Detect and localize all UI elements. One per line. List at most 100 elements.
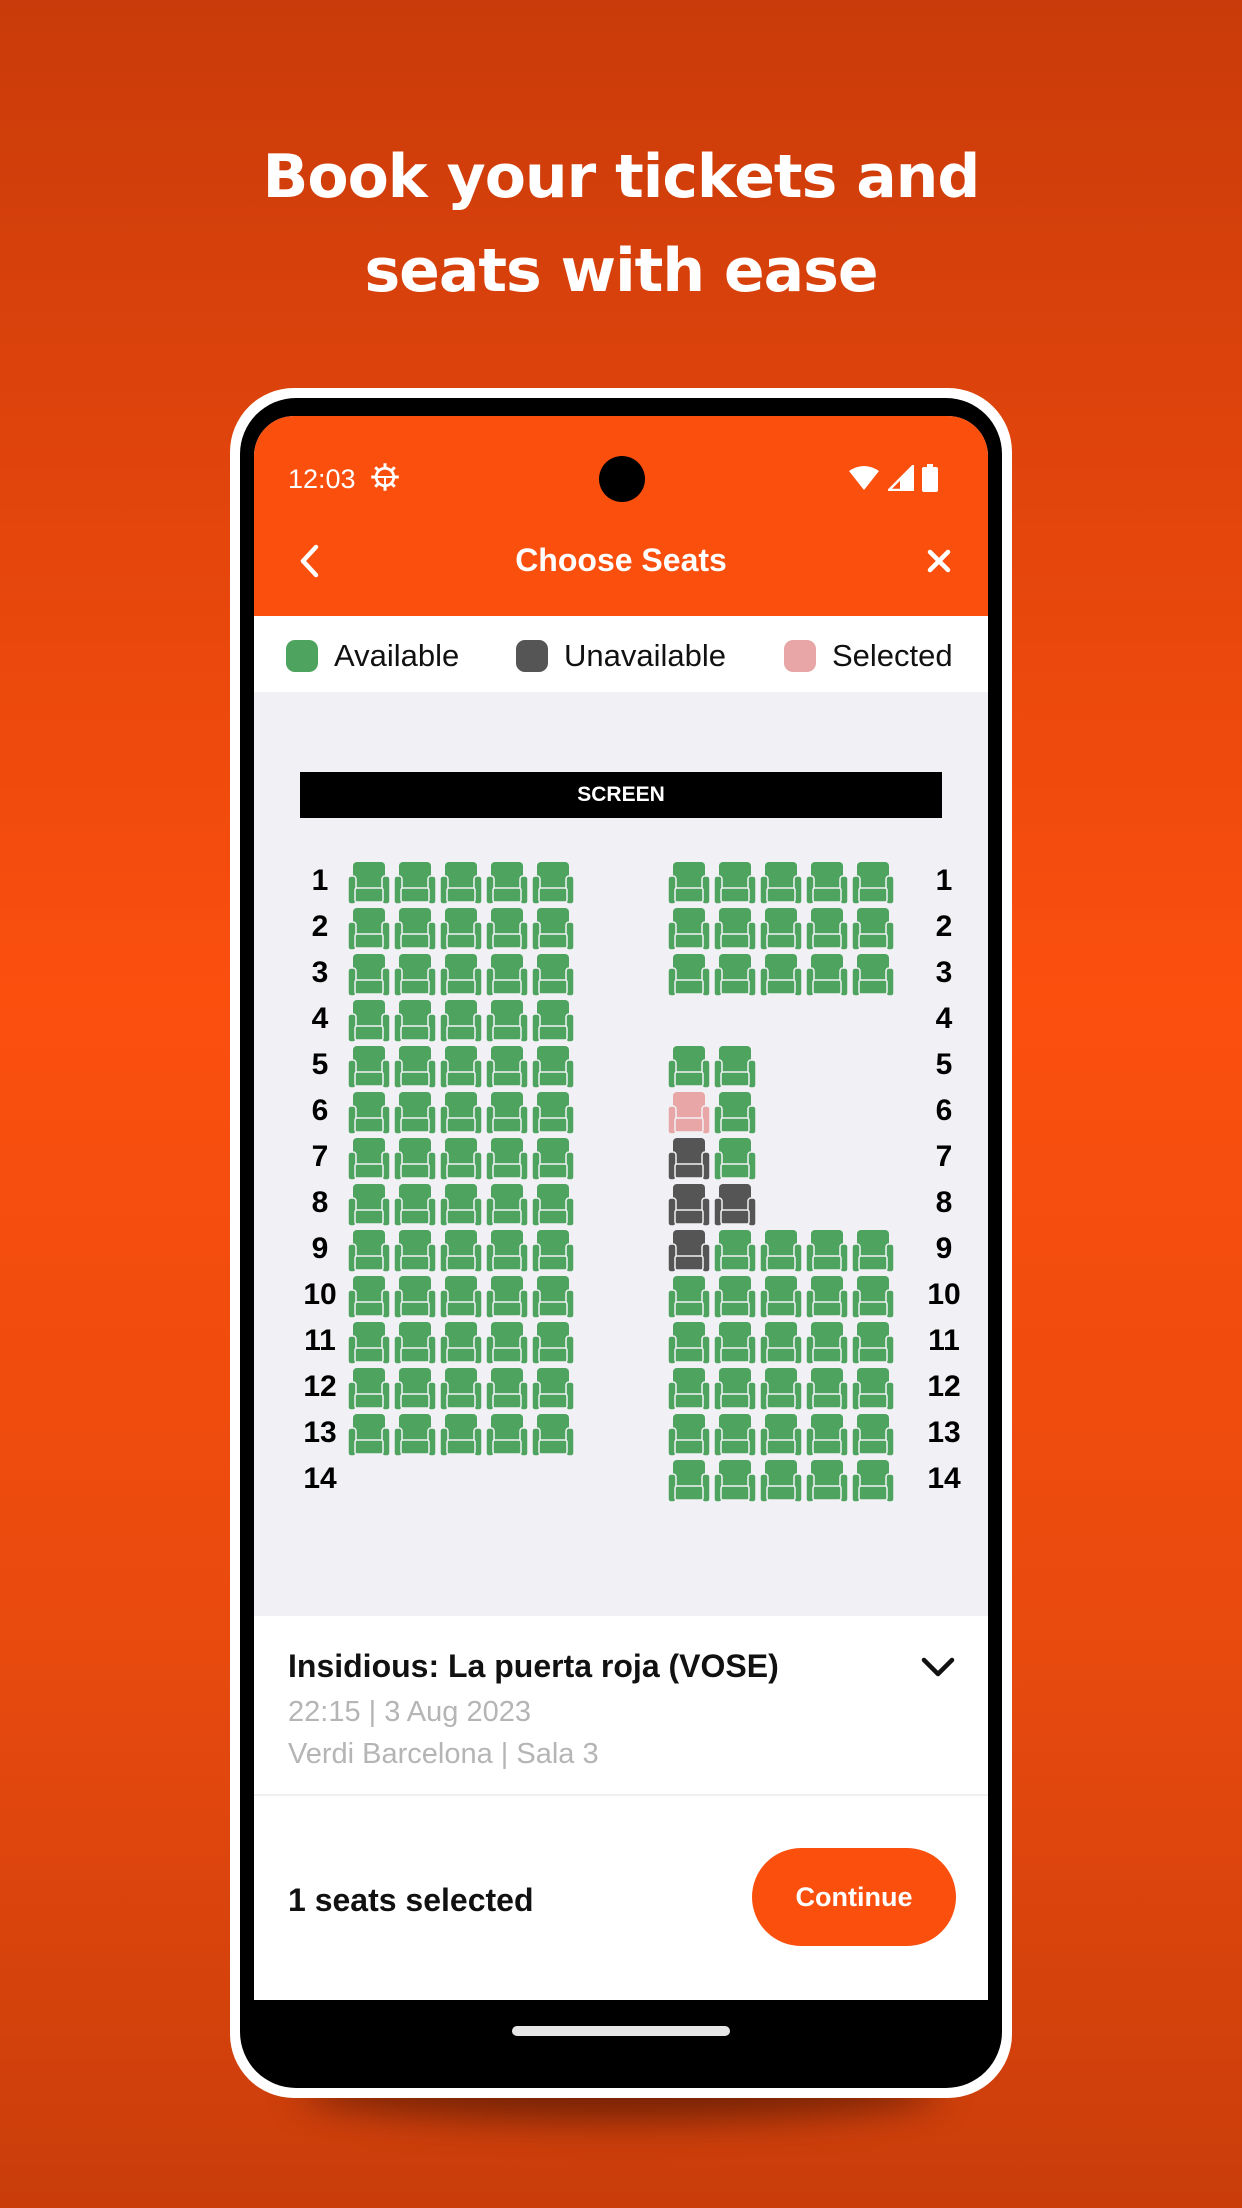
seat-available[interactable] [393, 908, 437, 951]
seat-available[interactable] [713, 1230, 757, 1273]
seat-available[interactable] [439, 908, 483, 951]
seat-available[interactable] [759, 1414, 803, 1457]
seat-available[interactable] [805, 954, 849, 997]
seat-available[interactable] [439, 1322, 483, 1365]
seat-available[interactable] [713, 1414, 757, 1457]
seat-available[interactable] [851, 1460, 895, 1503]
seat-available[interactable] [393, 954, 437, 997]
seat-available[interactable] [759, 1322, 803, 1365]
seat-available[interactable] [439, 1368, 483, 1411]
seat-available[interactable] [851, 1368, 895, 1411]
seat-available[interactable] [759, 1460, 803, 1503]
seat-available[interactable] [851, 954, 895, 997]
seat-available[interactable] [851, 1230, 895, 1273]
seat-available[interactable] [439, 1000, 483, 1043]
seat-available[interactable] [393, 1184, 437, 1227]
seat-available[interactable] [531, 908, 575, 951]
seat-available[interactable] [485, 862, 529, 905]
seat-available[interactable] [759, 862, 803, 905]
seat-available[interactable] [347, 1184, 391, 1227]
seat-available[interactable] [531, 954, 575, 997]
seat-available[interactable] [713, 954, 757, 997]
seat-available[interactable] [667, 908, 711, 951]
seat-available[interactable] [805, 1276, 849, 1319]
seat-available[interactable] [713, 1092, 757, 1135]
seat-available[interactable] [531, 1368, 575, 1411]
seat-available[interactable] [393, 862, 437, 905]
seat-selected[interactable] [667, 1092, 711, 1135]
seat-available[interactable] [485, 1092, 529, 1135]
seat-available[interactable] [347, 954, 391, 997]
seat-available[interactable] [485, 954, 529, 997]
seat-available[interactable] [439, 1414, 483, 1457]
seat-available[interactable] [439, 1276, 483, 1319]
seat-available[interactable] [393, 1276, 437, 1319]
seat-available[interactable] [759, 954, 803, 997]
seat-available[interactable] [439, 1046, 483, 1089]
seat-available[interactable] [347, 1368, 391, 1411]
seat-available[interactable] [713, 1368, 757, 1411]
seat-available[interactable] [531, 862, 575, 905]
continue-button[interactable]: Continue [752, 1848, 956, 1946]
seat-available[interactable] [347, 908, 391, 951]
seat-available[interactable] [851, 1322, 895, 1365]
seat-available[interactable] [485, 1322, 529, 1365]
seat-available[interactable] [393, 1092, 437, 1135]
seat-available[interactable] [485, 1414, 529, 1457]
seat-available[interactable] [667, 1460, 711, 1503]
seat-available[interactable] [439, 1092, 483, 1135]
seat-available[interactable] [347, 1000, 391, 1043]
seat-available[interactable] [485, 1138, 529, 1181]
movie-info-panel[interactable]: Insidious: La puerta roja (VOSE) 22:15 |… [254, 1616, 988, 1796]
seat-available[interactable] [667, 954, 711, 997]
seat-available[interactable] [393, 1138, 437, 1181]
seat-available[interactable] [667, 1322, 711, 1365]
seat-available[interactable] [531, 1414, 575, 1457]
seat-available[interactable] [531, 1184, 575, 1227]
seat-available[interactable] [531, 1138, 575, 1181]
seat-available[interactable] [667, 1276, 711, 1319]
seat-available[interactable] [393, 1322, 437, 1365]
seat-available[interactable] [667, 1368, 711, 1411]
seat-available[interactable] [485, 1276, 529, 1319]
home-indicator[interactable] [512, 2026, 730, 2036]
seat-available[interactable] [531, 1276, 575, 1319]
seat-available[interactable] [393, 1000, 437, 1043]
seat-available[interactable] [713, 1138, 757, 1181]
seat-available[interactable] [851, 862, 895, 905]
seat-available[interactable] [439, 1230, 483, 1273]
seat-available[interactable] [531, 1092, 575, 1135]
seat-available[interactable] [347, 1276, 391, 1319]
seat-available[interactable] [805, 1414, 849, 1457]
seat-available[interactable] [347, 862, 391, 905]
seat-available[interactable] [347, 1322, 391, 1365]
chevron-down-icon[interactable] [918, 1652, 958, 1682]
seat-available[interactable] [347, 1138, 391, 1181]
seat-available[interactable] [759, 1276, 803, 1319]
seat-available[interactable] [485, 1230, 529, 1273]
seat-available[interactable] [759, 1230, 803, 1273]
seat-available[interactable] [805, 1460, 849, 1503]
seat-available[interactable] [759, 1368, 803, 1411]
seat-available[interactable] [393, 1230, 437, 1273]
seat-available[interactable] [713, 862, 757, 905]
seat-available[interactable] [439, 954, 483, 997]
seat-available[interactable] [851, 908, 895, 951]
seat-available[interactable] [347, 1414, 391, 1457]
seat-available[interactable] [667, 862, 711, 905]
seat-available[interactable] [439, 1184, 483, 1227]
seat-available[interactable] [805, 1368, 849, 1411]
seat-available[interactable] [485, 1046, 529, 1089]
seat-available[interactable] [713, 1046, 757, 1089]
seat-available[interactable] [851, 1414, 895, 1457]
seat-available[interactable] [485, 1000, 529, 1043]
seat-available[interactable] [347, 1092, 391, 1135]
seat-available[interactable] [713, 1322, 757, 1365]
seat-available[interactable] [347, 1046, 391, 1089]
seat-available[interactable] [393, 1368, 437, 1411]
seat-available[interactable] [393, 1414, 437, 1457]
seat-available[interactable] [439, 1138, 483, 1181]
seat-available[interactable] [851, 1276, 895, 1319]
seat-available[interactable] [347, 1230, 391, 1273]
seat-available[interactable] [713, 1460, 757, 1503]
